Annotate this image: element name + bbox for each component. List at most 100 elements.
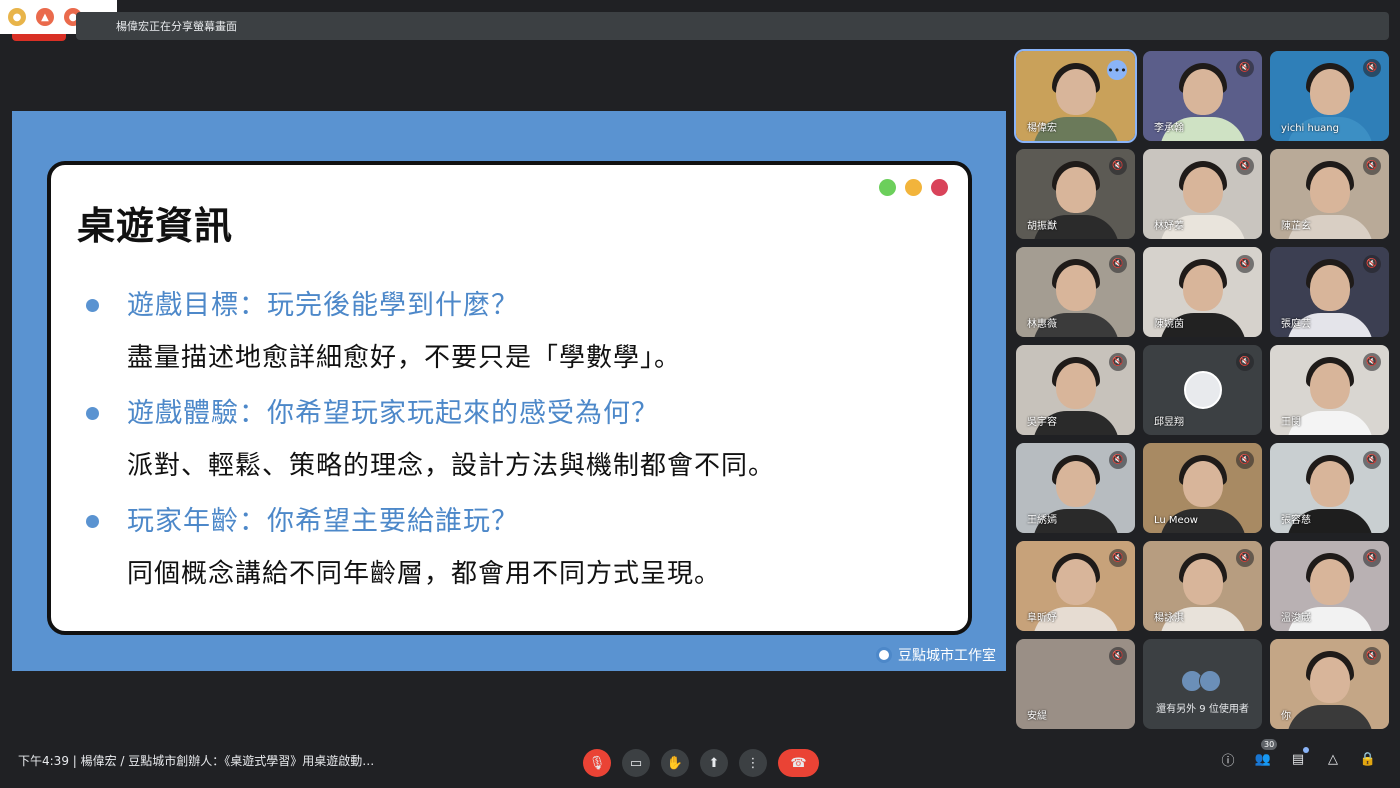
participant-name: 陳芷玄 <box>1281 221 1311 232</box>
activities-icon: △ <box>1328 751 1338 767</box>
muted-mic-icon: 🔇 <box>1109 255 1127 273</box>
brand-watermark: 豆點城市工作室 <box>876 645 996 665</box>
shared-screen-slide: 桌遊資訊 遊戲目標：玩完後能學到什麼？ 盡量描述地愈詳細愈好，不要只是「學數學」… <box>12 111 1006 671</box>
brand-name: 豆點城市工作室 <box>898 648 996 664</box>
host-controls-button[interactable]: 🔒 <box>1359 750 1377 768</box>
participant-tile[interactable]: 🔇 吳宇容 <box>1016 345 1135 435</box>
bullet-item: 遊戲體驗：你希望玩家玩起來的感受為何？ 派對、輕鬆、策略的理念，設計方法與機制都… <box>81 391 941 499</box>
participant-tile[interactable]: 🔇 王綉嫣 <box>1016 443 1135 533</box>
chat-unread-dot <box>1303 747 1309 753</box>
muted-mic-icon: 🔇 <box>1236 353 1254 371</box>
mic-toggle-button[interactable]: 🎙 <box>583 749 611 777</box>
person-face <box>1055 265 1096 311</box>
present-button[interactable]: ⬆ <box>700 749 728 777</box>
muted-mic-icon: 🔇 <box>1236 157 1254 175</box>
slide-bullets: 遊戲目標：玩完後能學到什麼？ 盡量描述地愈詳細愈好，不要只是「學數學」。 遊戲體… <box>81 283 941 607</box>
more-options-icon: ⋮ <box>746 755 760 771</box>
camera-toggle-button[interactable]: ▭ <box>622 749 650 777</box>
slide-title: 桌遊資訊 <box>77 204 234 248</box>
info-button[interactable]: ⓘ <box>1219 750 1237 769</box>
person-face <box>1182 265 1223 311</box>
muted-mic-icon: 🔇 <box>1363 451 1381 469</box>
muted-mic-icon: 🔇 <box>1363 647 1381 665</box>
person-face <box>1055 461 1096 507</box>
muted-mic-icon: 🔇 <box>1236 451 1254 469</box>
muted-mic-icon: 🔇 <box>1236 549 1254 567</box>
participant-name: 林惠薇 <box>1027 319 1057 330</box>
participant-name: Lu Meow <box>1154 515 1198 526</box>
bullet-item: 玩家年齡：你希望主要給誰玩？ 同個概念講給不同年齡層，都會用不同方式呈現。 <box>81 499 941 607</box>
participant-tile[interactable]: 🔇 楊詠淇 <box>1143 541 1262 631</box>
participant-tile[interactable]: 🔇 阜昕妤 <box>1016 541 1135 631</box>
extension-icon-2[interactable]: ▲ <box>36 8 54 26</box>
participant-name: 陳婉茵 <box>1154 319 1184 330</box>
person-face <box>1309 461 1350 507</box>
green-dot <box>879 179 896 196</box>
participant-name: 楊偉宏 <box>1027 123 1057 134</box>
avatar <box>1198 669 1221 692</box>
muted-mic-icon: 🔇 <box>1363 59 1381 77</box>
muted-mic-icon: 🔇 <box>1236 255 1254 273</box>
bullet-dot <box>86 299 99 312</box>
participant-name: 阜昕妤 <box>1027 613 1057 624</box>
participant-tile[interactable]: 🔇 李承翰 <box>1143 51 1262 141</box>
extension-icon-1[interactable]: ● <box>8 8 26 26</box>
participant-tile[interactable]: 🔇 邱昱翔 <box>1143 345 1262 435</box>
participant-tile[interactable]: 🔇 林惠薇 <box>1016 247 1135 337</box>
participant-name: 張庭芸 <box>1281 319 1311 330</box>
people-icon: 👥 <box>1254 751 1272 767</box>
participant-tile[interactable]: 🔇 yichi huang <box>1270 51 1389 141</box>
person-face <box>1309 265 1350 311</box>
person-face <box>1309 657 1350 703</box>
participant-tile[interactable]: 🔇 Lu Meow <box>1143 443 1262 533</box>
hang-up-button[interactable]: ☎ <box>778 749 819 777</box>
hang-up-icon: ☎ <box>790 755 807 771</box>
bullet-heading: 遊戲體驗：你希望玩家玩起來的感受為何？ <box>127 398 659 429</box>
red-dot <box>931 179 948 196</box>
person-face <box>1309 559 1350 605</box>
participant-tile[interactable]: 🔇 張庭芸 <box>1270 247 1389 337</box>
participant-name: 你 <box>1281 711 1291 722</box>
more-options-icon[interactable]: ••• <box>1107 60 1127 80</box>
chat-button[interactable]: ▤ <box>1289 747 1309 768</box>
activities-button[interactable]: △ <box>1324 750 1342 768</box>
person-face <box>1182 461 1223 507</box>
muted-mic-icon: 🔇 <box>1109 647 1127 665</box>
side-panel-icons: ⓘ 👥 30 ▤ △ 🔒 <box>1219 739 1377 769</box>
muted-mic-icon: 🔇 <box>1236 59 1254 77</box>
participant-name: 吳宇容 <box>1027 417 1057 428</box>
participant-tile[interactable]: 🔇 林妤蓁 <box>1143 149 1262 239</box>
participant-tile[interactable]: 🔇 胡振猷 <box>1016 149 1135 239</box>
participant-tile[interactable]: 🔇 陳婉茵 <box>1143 247 1262 337</box>
muted-mic-icon: 🔇 <box>1363 353 1381 371</box>
person-face <box>1309 167 1350 213</box>
recording-tab <box>12 34 66 41</box>
participant-name: 王閔 <box>1281 417 1301 428</box>
share-notice-text: 楊偉宏正在分享螢幕畫面 <box>116 20 237 33</box>
more-participants-tile[interactable]: 還有另外 9 位使用者 <box>1143 639 1262 729</box>
participant-name: 李承翰 <box>1154 123 1184 134</box>
info-icon: ⓘ <box>1221 753 1235 769</box>
muted-mic-icon: 🔇 <box>1109 549 1127 567</box>
muted-mic-icon: 🔇 <box>1109 451 1127 469</box>
participant-name: 王綉嫣 <box>1027 515 1057 526</box>
bullet-item: 遊戲目標：玩完後能學到什麼？ 盡量描述地愈詳細愈好，不要只是「學數學」。 <box>81 283 941 391</box>
mic-off-icon: 🎙 <box>588 755 606 771</box>
participant-tile[interactable]: 🔇 溫浚崴 <box>1270 541 1389 631</box>
more-options-button[interactable]: ⋮ <box>739 749 767 777</box>
meeting-info: 下午4:39 | 楊偉宏 / 豆點城市創辦人：《桌遊式學習》用桌遊啟動… <box>18 754 375 768</box>
person-face <box>1055 363 1096 409</box>
participant-tile[interactable]: 🔇 安緹 <box>1016 639 1135 729</box>
participant-tile[interactable]: 🔇 張容慈 <box>1270 443 1389 533</box>
participant-tile[interactable]: ••• 楊偉宏 <box>1014 49 1137 143</box>
raise-hand-button[interactable]: ✋ <box>661 749 689 777</box>
camera-icon: ▭ <box>629 755 643 771</box>
participant-tile[interactable]: 🔇 陳芷玄 <box>1270 149 1389 239</box>
participant-grid: ••• 楊偉宏 🔇 李承翰 🔇 yichi huang 🔇 胡振猷 🔇 林妤蓁 🔇 陳芷玄 🔇 林惠薇 🔇 陳… <box>1014 49 1389 729</box>
participant-name: yichi huang <box>1281 123 1339 134</box>
person-face <box>1055 559 1096 605</box>
people-button[interactable]: 👥 30 <box>1254 739 1278 768</box>
participant-tile[interactable]: 🔇 你 <box>1270 639 1389 729</box>
participant-tile[interactable]: 🔇 王閔 <box>1270 345 1389 435</box>
chat-icon: ▤ <box>1291 751 1305 767</box>
